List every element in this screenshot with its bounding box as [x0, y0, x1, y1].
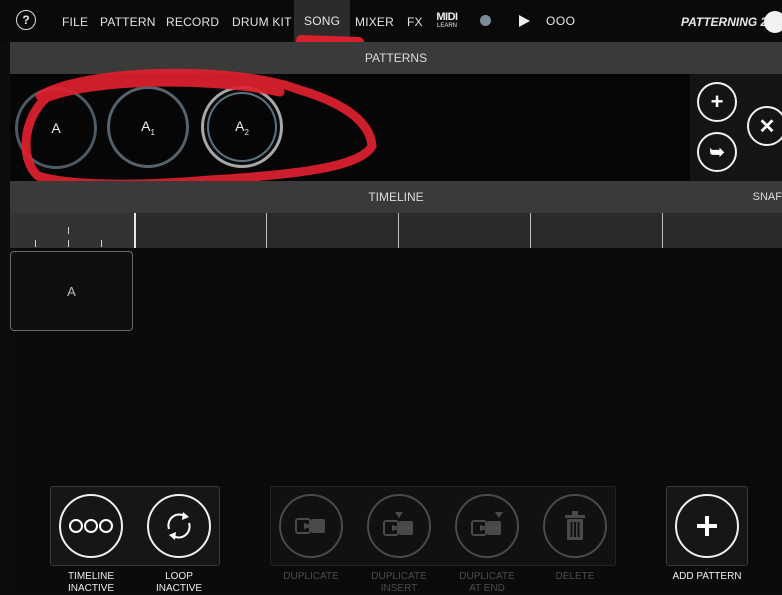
duplicate-insert-icon: [383, 512, 413, 536]
timeline-inactive-label: TIMELINE INACTIVE: [67, 571, 115, 594]
trash-icon: [565, 511, 585, 540]
plus-icon: +: [710, 89, 724, 114]
menu-mixer[interactable]: MIXER: [355, 15, 394, 29]
play-icon[interactable]: [519, 15, 530, 27]
duplicate-insert-button[interactable]: [367, 494, 431, 558]
ruler-minor-tick: [101, 240, 102, 247]
continue-button[interactable]: ➥: [697, 132, 737, 172]
midi-learn-label: LEARN: [436, 23, 457, 29]
delete-label: DELETE: [555, 571, 595, 582]
ruler-first-bar: [10, 213, 134, 248]
pattern-a[interactable]: A: [15, 87, 97, 169]
midi-label: MIDI: [436, 11, 458, 23]
duplicate-icon: [295, 518, 325, 534]
timeline-ruler[interactable]: [10, 213, 782, 248]
ruler-bar-tick: [134, 213, 136, 248]
ruler-minor-tick: [35, 240, 36, 247]
patterns-header: PATTERNS: [10, 42, 782, 74]
menu-file[interactable]: FILE: [62, 15, 88, 29]
record-icon[interactable]: [480, 15, 491, 26]
help-button[interactable]: ?: [16, 10, 36, 30]
menu-fx[interactable]: FX: [407, 15, 423, 29]
duplicate-button[interactable]: [279, 494, 343, 558]
duplicate-at-end-icon: [471, 512, 503, 536]
duplicate-insert-label: DUPLICATE INSERT: [371, 571, 427, 594]
delete-button[interactable]: [543, 494, 607, 558]
menu-record[interactable]: RECORD: [166, 15, 219, 29]
timeline-toggle-button[interactable]: [59, 494, 123, 558]
ruler-minor-tick: [68, 227, 69, 234]
ruler-bar-tick: [266, 213, 267, 248]
pattern-label: A2: [235, 117, 249, 137]
pattern-a2[interactable]: A2: [201, 86, 283, 168]
ruler-bar-tick: [530, 213, 531, 248]
project-title[interactable]: PATTERNING 2: [681, 15, 767, 29]
clip-label: A: [67, 283, 76, 299]
add-pattern-small-button[interactable]: +: [697, 82, 737, 122]
timeline-clip-a[interactable]: A: [10, 251, 133, 331]
ruler-bar-tick: [398, 213, 399, 248]
loop-inactive-label: LOOP INACTIVE: [155, 571, 203, 594]
add-pattern-button[interactable]: [675, 494, 739, 558]
duplicate-label: DUPLICATE: [283, 571, 339, 582]
loop-icon: [167, 512, 191, 540]
snap-button[interactable]: SNAF: [753, 191, 782, 203]
arrow-right-icon: ➥: [709, 141, 725, 162]
midi-learn-button[interactable]: MIDI LEARN: [436, 12, 458, 30]
ruler-bar-tick: [662, 213, 663, 248]
ooo-icon: [69, 519, 113, 533]
top-menu-bar: ? FILE PATTERN RECORD DRUM KIT SONG MIXE…: [0, 0, 782, 42]
close-button[interactable]: ✕: [747, 106, 782, 146]
plus-icon: [697, 516, 717, 536]
tempo-indicator[interactable]: OOO: [546, 14, 576, 28]
close-icon: ✕: [758, 115, 776, 138]
loop-toggle-button[interactable]: [147, 494, 211, 558]
settings-toggle[interactable]: [764, 11, 782, 33]
ruler-minor-tick: [68, 240, 69, 247]
add-pattern-label: ADD PATTERN: [672, 571, 742, 582]
patterns-title: PATTERNS: [364, 51, 428, 65]
timeline-header: TIMELINE SNAF: [10, 181, 782, 213]
menu-drum-kit[interactable]: DRUM KIT: [232, 15, 292, 29]
menu-pattern[interactable]: PATTERN: [100, 15, 156, 29]
duplicate-at-end-button[interactable]: [455, 494, 519, 558]
duplicate-at-end-label: DUPLICATE AT END: [459, 571, 515, 594]
pattern-label: A: [51, 120, 61, 136]
pattern-a1[interactable]: A1: [107, 86, 189, 168]
pattern-label: A1: [141, 117, 155, 137]
timeline-title: TIMELINE: [368, 190, 424, 204]
